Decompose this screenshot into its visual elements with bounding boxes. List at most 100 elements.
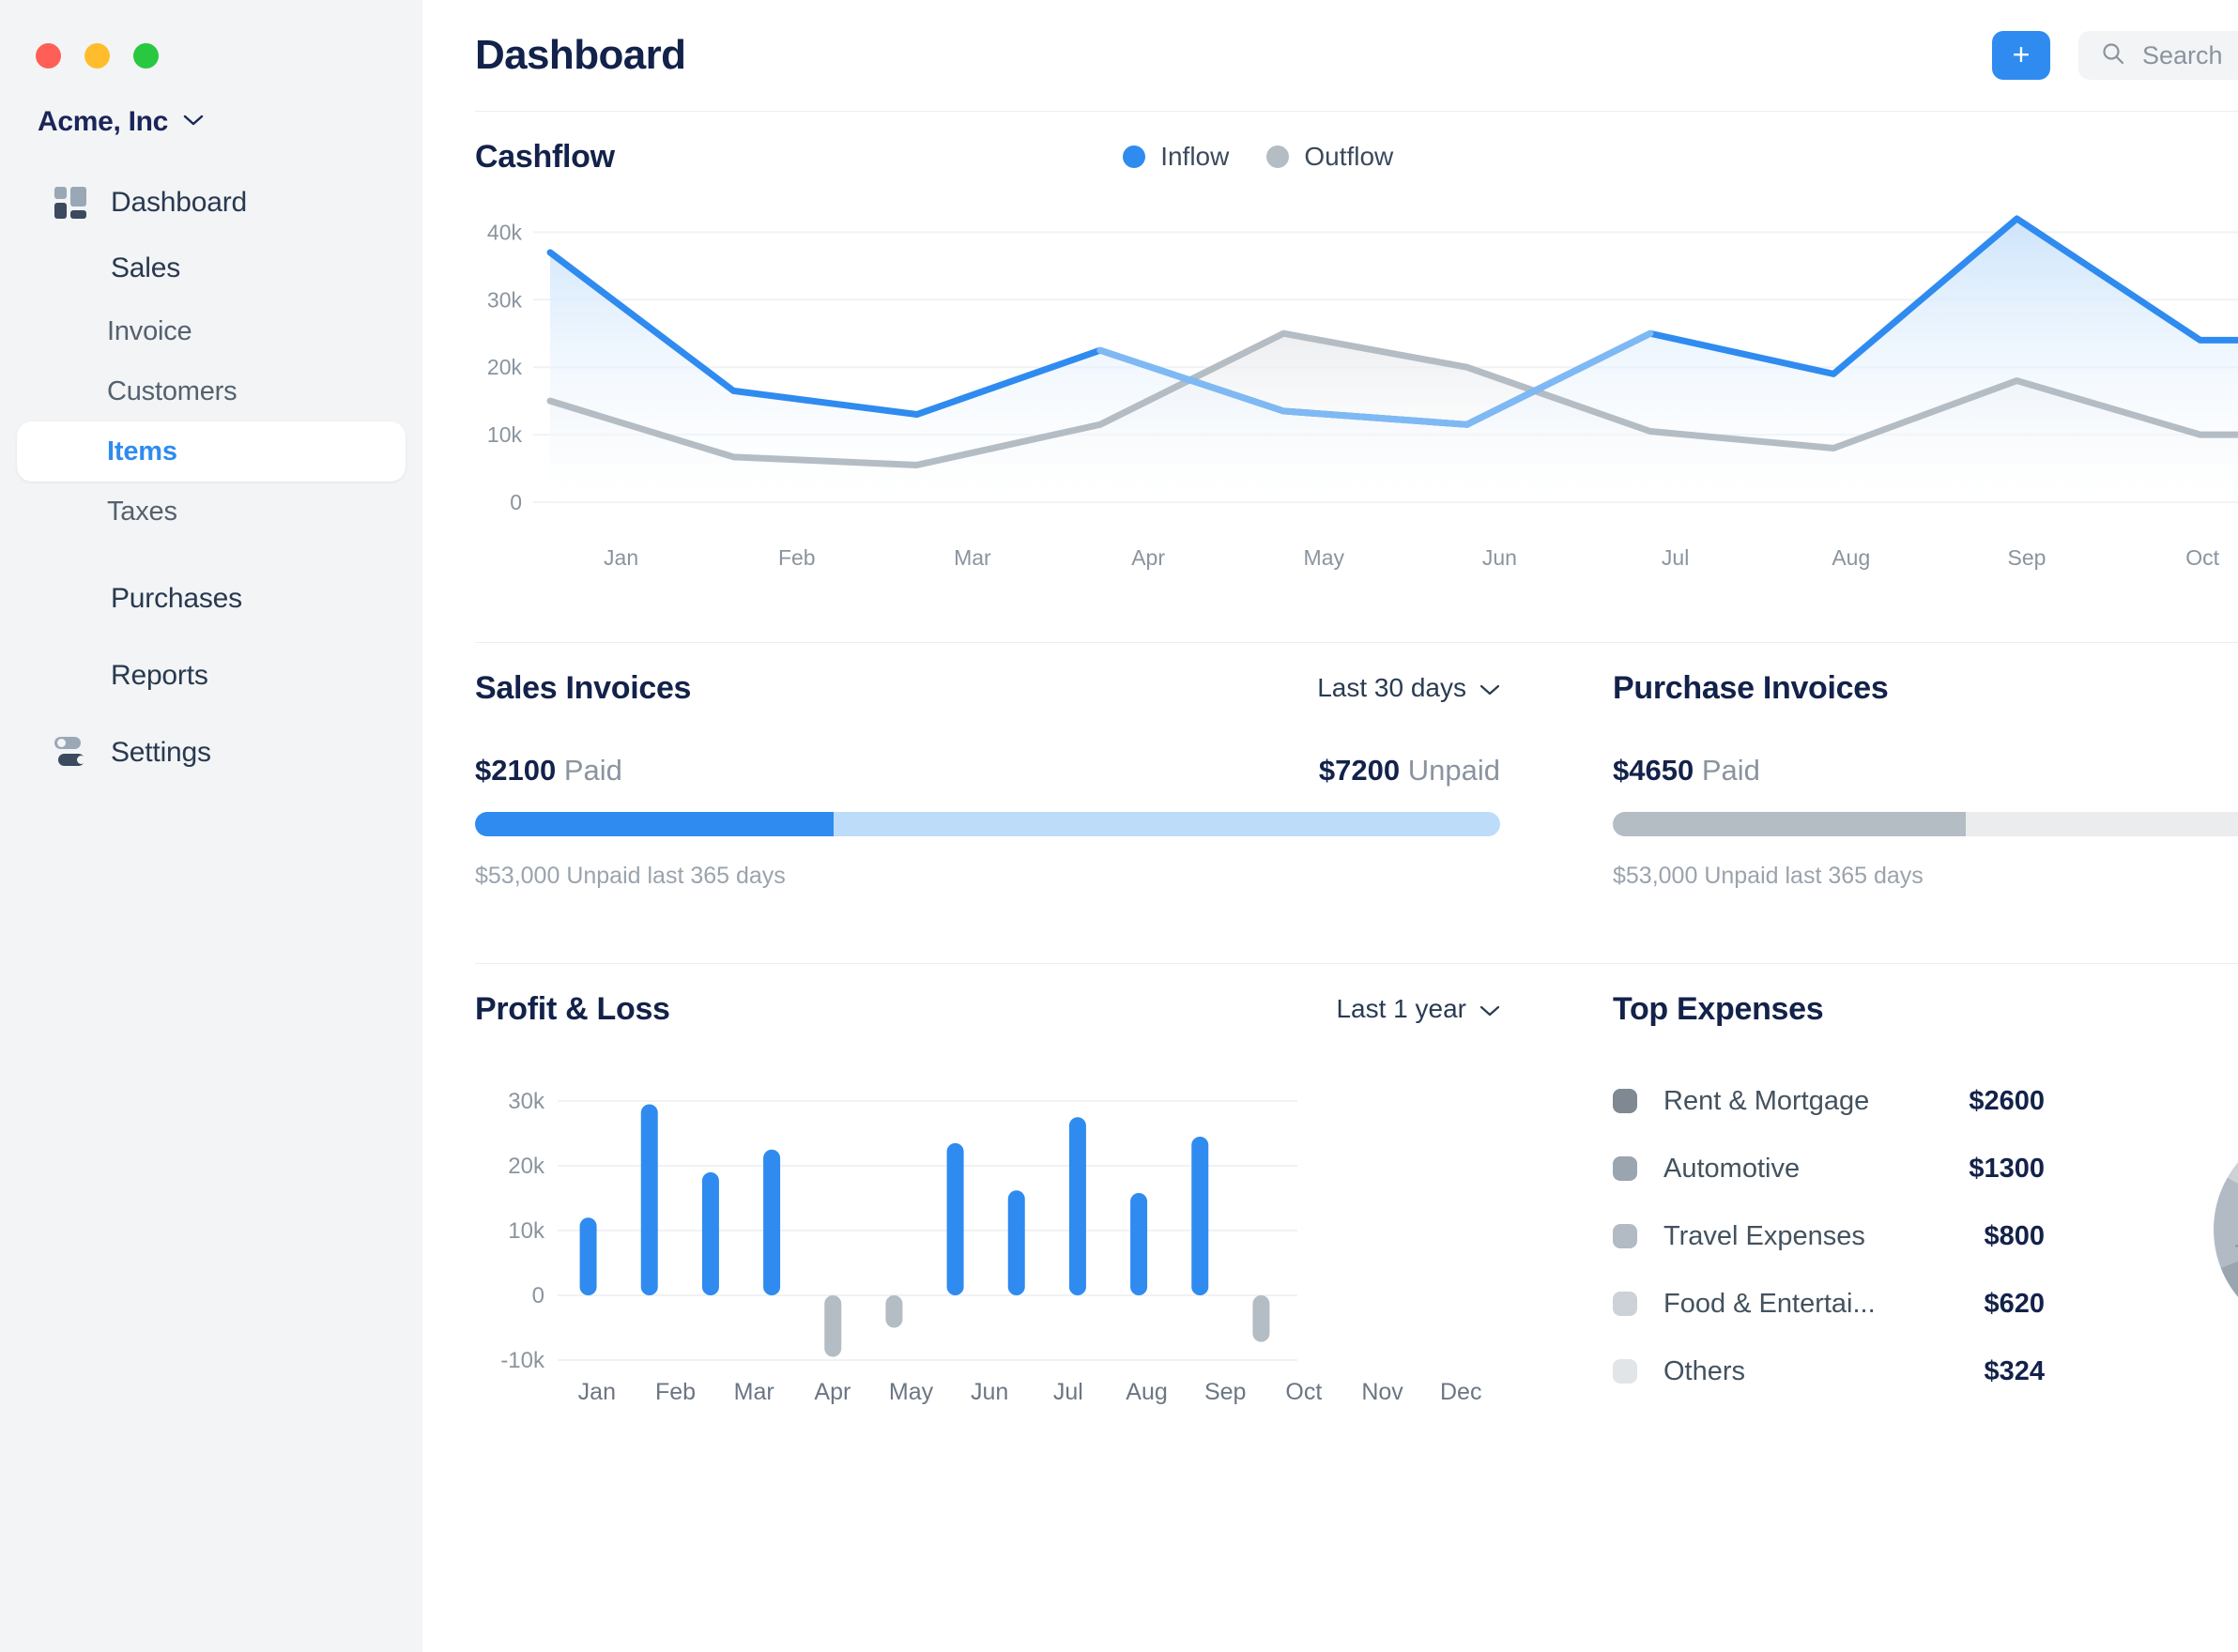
cashflow-chart-svg: 010k20k30k40k	[475, 202, 2238, 540]
expense-row[interactable]: Automotive $1300	[1613, 1135, 2045, 1202]
sidebar-item-label: Items	[107, 436, 177, 467]
purchase-invoices-title: Purchase Invoices	[1613, 670, 1889, 707]
sales-unpaid-value: $7200	[1319, 754, 1400, 787]
svg-text:10k: 10k	[508, 1218, 545, 1244]
top-expenses-card: Top Expenses Last 1 year Rent & Mortgage…	[1568, 964, 2238, 1406]
expense-row[interactable]: Others$324	[1613, 1338, 2045, 1405]
expense-name: Travel Expenses	[1663, 1221, 1865, 1252]
expense-amount: $324	[1984, 1356, 2045, 1387]
expense-name: Automotive	[1663, 1154, 1800, 1185]
purchase-paid-amount: $4650 Paid	[1613, 754, 1760, 788]
expense-amount: $620	[1984, 1289, 2045, 1320]
sales-paid-segment	[475, 812, 834, 836]
x-tick-label: Feb	[709, 545, 884, 571]
svg-text:20k: 20k	[487, 355, 523, 379]
x-tick-label: May	[872, 1379, 951, 1406]
expense-name: Food & Entertai...	[1663, 1289, 1876, 1320]
sidebar-item-purchases[interactable]: Purchases	[17, 566, 406, 632]
svg-text:20k: 20k	[508, 1154, 545, 1179]
legend-item-inflow[interactable]: Inflow	[1123, 142, 1229, 172]
purchase-invoices-amounts: $4650 Paid Unpaid $15200	[1613, 754, 2238, 788]
expense-row[interactable]: Food & Entertai... $620	[1613, 1270, 2045, 1338]
sales-invoices-range-dropdown[interactable]: Last 30 days	[1317, 673, 1500, 703]
purchase-invoices-header: Purchase Invoices Last 30 days	[1613, 643, 2238, 733]
purchase-paid-value: $4650	[1613, 754, 1694, 787]
svg-text:30k: 30k	[487, 287, 523, 312]
cashflow-chart: 010k20k30k40k	[475, 202, 2238, 540]
expense-row[interactable]: Travel Expenses $800	[1613, 1202, 2045, 1270]
sidebar-item-label: Customers	[107, 376, 237, 407]
x-tick-label: Oct	[1265, 1379, 1343, 1406]
top-expenses-header: Top Expenses Last 1 year	[1613, 964, 2238, 1054]
cashflow-legend: Inflow Outflow	[1123, 142, 1393, 172]
sales-unpaid-segment	[834, 812, 1500, 836]
sidebar-item-label: Invoice	[107, 316, 192, 347]
sidebar-item-settings[interactable]: Settings	[17, 720, 406, 786]
sidebar: Acme, Inc Dashboard Sales Invoice	[0, 0, 422, 1652]
profit-loss-x-axis: JanFebMarAprMayJunJulAugSepOctNovDec	[475, 1379, 1500, 1406]
cashflow-title: Cashflow	[475, 139, 615, 176]
org-switcher[interactable]: Acme, Inc	[0, 69, 422, 138]
svg-text:40k: 40k	[487, 220, 523, 244]
close-window-button[interactable]	[36, 43, 61, 69]
sales-unpaid-label: Unpaid	[1408, 754, 1500, 787]
expense-amount: $800	[1984, 1221, 2045, 1252]
sidebar-item-label: Reports	[111, 660, 208, 692]
expense-name: Rent & Mortgage	[1663, 1086, 1869, 1117]
profit-loss-chart: 30k20k10k0-10k	[475, 1088, 1500, 1369]
sidebar-item-invoice[interactable]: Invoice	[17, 301, 406, 361]
x-tick-label: Jan	[533, 545, 709, 571]
legend-label: Inflow	[1160, 142, 1229, 172]
sidebar-item-dashboard[interactable]: Dashboard	[17, 170, 406, 236]
cashflow-x-axis: JanFebMarAprMayJunJulAugSepOctNovDec	[475, 545, 2238, 571]
main-content: Dashboard + Search Cashflow	[422, 0, 2238, 1652]
x-tick-label: Oct	[2115, 545, 2238, 571]
search-input[interactable]: Search	[2078, 31, 2238, 80]
x-tick-label: Dec	[1421, 1379, 1500, 1406]
expense-row[interactable]: Rent & Mortgage$2600	[1613, 1067, 2045, 1135]
x-tick-label: Nov	[1343, 1379, 1422, 1406]
sidebar-item-label: Taxes	[107, 497, 177, 528]
range-label: Last 30 days	[1317, 673, 1466, 703]
purchase-invoices-footnote: $53,000 Unpaid last 365 days	[1613, 863, 2238, 890]
report-chart-icon	[54, 660, 86, 692]
expense-color-swatch	[1613, 1089, 1637, 1113]
sidebar-item-reports[interactable]: Reports	[17, 643, 406, 709]
profit-loss-card: Profit & Loss Last 1 year 30k20k10k0-10k…	[475, 964, 1568, 1406]
expense-amount: $1300	[1969, 1154, 2045, 1185]
chevron-down-icon	[1479, 994, 1500, 1024]
expense-color-swatch	[1613, 1359, 1637, 1384]
cashflow-header: Cashflow Inflow Outflow Last 30 days	[475, 112, 2238, 202]
page-title: Dashboard	[475, 32, 685, 79]
minimize-window-button[interactable]	[84, 43, 110, 69]
x-tick-label: Jun	[950, 1379, 1029, 1406]
sidebar-item-label: Dashboard	[111, 187, 247, 219]
profit-loss-range-dropdown[interactable]: Last 1 year	[1336, 994, 1500, 1024]
sales-invoices-footnote: $53,000 Unpaid last 365 days	[475, 863, 1500, 890]
maximize-window-button[interactable]	[133, 43, 159, 69]
sidebar-item-taxes[interactable]: Taxes	[17, 482, 406, 542]
profit-loss-header: Profit & Loss Last 1 year	[475, 964, 1500, 1054]
search-icon	[2101, 41, 2125, 70]
x-tick-label: Aug	[1108, 1379, 1187, 1406]
purchase-invoices-progress-bar	[1613, 812, 2238, 836]
x-tick-label: Jun	[1412, 545, 1587, 571]
svg-text:30k: 30k	[508, 1089, 545, 1114]
sidebar-item-sales[interactable]: Sales	[17, 236, 406, 301]
top-expenses-list: Rent & Mortgage$2600 Automotive $1300 Trave…	[1613, 1054, 2045, 1405]
sidebar-item-customers[interactable]: Customers	[17, 361, 406, 421]
legend-item-outflow[interactable]: Outflow	[1266, 142, 1393, 172]
x-tick-label: Jul	[1587, 545, 1763, 571]
svg-text:0: 0	[532, 1283, 544, 1308]
add-button[interactable]: +	[1992, 31, 2050, 80]
app-window: Acme, Inc Dashboard Sales Invoice	[0, 0, 2238, 1652]
sales-invoices-card: Sales Invoices Last 30 days $2100 Paid	[475, 643, 1568, 890]
sales-unpaid-amount: $7200 Unpaid	[1319, 754, 1500, 788]
sidebar-item-label: Sales	[111, 252, 180, 284]
sidebar-item-items[interactable]: Items	[17, 421, 406, 482]
header-actions: + Search	[1992, 31, 2238, 80]
org-name: Acme, Inc	[38, 106, 168, 138]
range-label: Last 1 year	[1336, 994, 1466, 1024]
cashflow-card: Cashflow Inflow Outflow Last 30 days	[422, 112, 2238, 571]
expense-color-swatch	[1613, 1224, 1637, 1248]
